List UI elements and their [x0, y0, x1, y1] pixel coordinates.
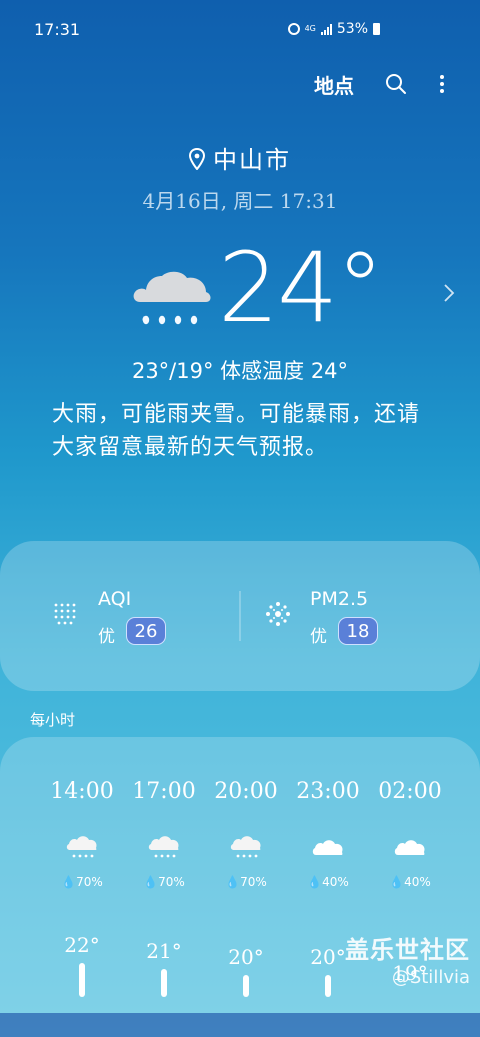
- toolbar: 地点: [0, 64, 480, 104]
- temp-range-feels-like: 23°/19° 体感温度 24°: [131, 359, 349, 383]
- battery-percent: 53%: [336, 21, 368, 37]
- aqi-dots-icon: [54, 603, 76, 625]
- hour-temp: 22°: [64, 933, 100, 957]
- watermark-brand: 盖乐世社区: [345, 936, 470, 964]
- aqi-grade: 优: [98, 627, 115, 647]
- divider: [239, 591, 241, 641]
- pm25-grade: 优: [310, 627, 327, 647]
- hour-temp: 21°: [146, 939, 182, 963]
- current-temperature: 24°: [218, 232, 384, 344]
- signal-icon: [320, 23, 332, 35]
- hourly-forecast-card[interactable]: 14:00 💧70% 22° 17:00 💧70% 21° 20:00 💧70%…: [0, 737, 480, 1037]
- pm25-label: PM2.5: [310, 588, 369, 610]
- pm25-particles-icon: [266, 602, 290, 626]
- hourly-title: 每小时: [30, 711, 76, 729]
- watermark-user: @Stillvia: [391, 967, 470, 988]
- air-quality-card[interactable]: AQI 优 26 PM2.5 优 18: [0, 541, 480, 691]
- alarm-icon: [287, 23, 300, 35]
- locations-button[interactable]: 地点: [314, 70, 354, 99]
- chevron-right-icon[interactable]: [442, 282, 456, 304]
- weather-description: 大雨，可能雨夹雪。可能暴雨，还请大家留意最新的天气预报。: [52, 402, 421, 460]
- precip-chance: 💧70%: [143, 875, 185, 889]
- status-time: 17:31: [34, 20, 81, 39]
- pm25-value-badge: 18: [338, 617, 378, 645]
- temp-bar: [243, 975, 249, 997]
- hour-time: 17:00: [132, 779, 196, 804]
- watermark: 盖乐世社区 @Stillvia: [345, 930, 470, 988]
- aqi-label: AQI: [98, 588, 132, 610]
- temp-bar: [325, 975, 331, 997]
- more-options-icon[interactable]: [430, 72, 454, 96]
- rain-cloud-icon: [133, 271, 211, 325]
- hour-temp: 20°: [228, 945, 264, 969]
- city-name: 中山市: [213, 146, 291, 174]
- rain-cloud-icon: [148, 836, 179, 858]
- precip-chance: 💧40%: [389, 875, 431, 889]
- status-icons: 4G 53%: [287, 21, 380, 37]
- cloud-icon: [394, 840, 425, 855]
- hour-time: 23:00: [296, 779, 360, 804]
- search-icon[interactable]: [384, 72, 408, 96]
- status-bar: 17:31 4G 53%: [0, 0, 480, 60]
- hour-time: 02:00: [378, 779, 442, 804]
- precip-chance: 💧70%: [225, 875, 267, 889]
- battery-icon: [373, 23, 380, 35]
- temp-bar: [79, 963, 85, 997]
- date-time: 4月16日, 周二 17:31: [142, 189, 338, 213]
- temp-bar: [161, 969, 167, 997]
- hour-time: 14:00: [50, 779, 114, 804]
- precip-chance: 💧40%: [307, 875, 349, 889]
- hour-time: 20:00: [214, 779, 278, 804]
- rain-cloud-icon: [230, 836, 261, 858]
- aqi-value-badge: 26: [126, 617, 166, 645]
- precip-chance: 💧70%: [61, 875, 103, 889]
- cloud-icon: [312, 840, 343, 855]
- rain-cloud-icon: [66, 836, 97, 858]
- network-type: 4G: [304, 24, 316, 33]
- location-pin-icon: [189, 148, 205, 170]
- location-header: 中山市: [0, 140, 480, 175]
